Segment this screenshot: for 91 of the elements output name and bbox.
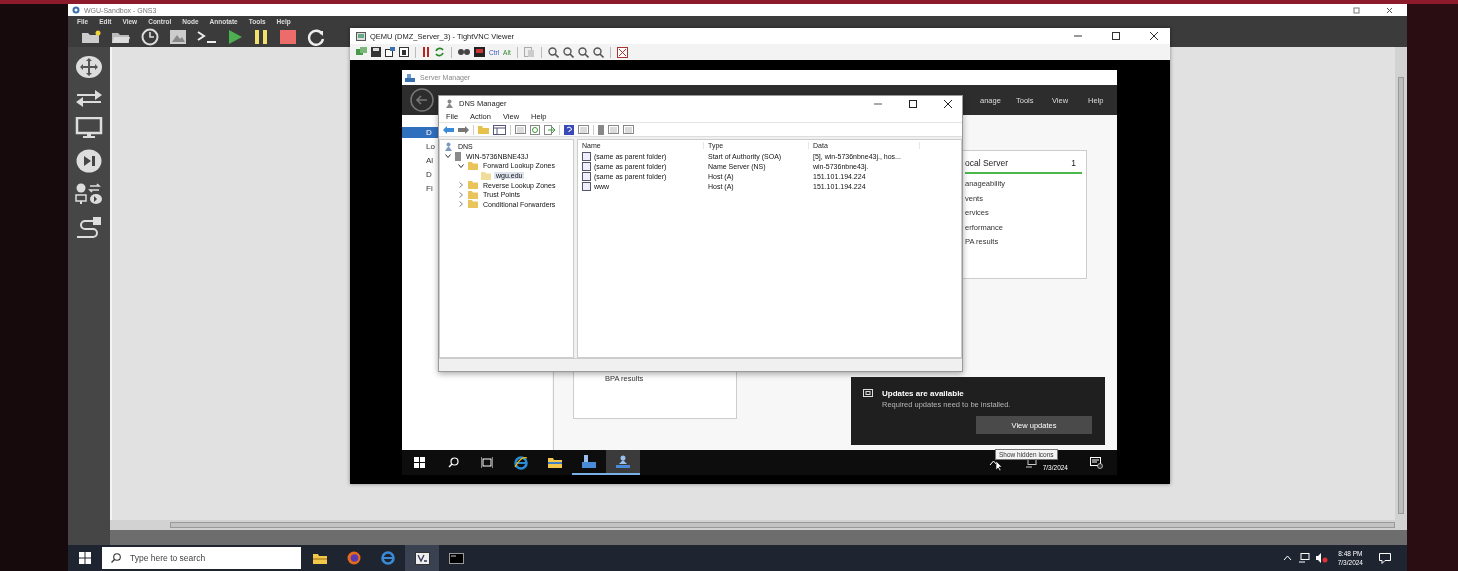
tile-title[interactable]: ocal Server: [965, 158, 1008, 168]
network-icon[interactable]: [1024, 457, 1037, 468]
browser-icon[interactable]: [347, 551, 361, 565]
collapse-icon[interactable]: [459, 201, 463, 208]
folder-icon[interactable]: [81, 29, 101, 44]
app-icon: [356, 31, 366, 41]
collapse-icon[interactable]: [459, 191, 463, 198]
pause-icon[interactable]: [422, 47, 430, 57]
network-icon[interactable]: [1297, 553, 1310, 563]
stop-icon[interactable]: [279, 28, 297, 45]
zoom-icon[interactable]: [562, 46, 574, 58]
pause-icon[interactable]: [253, 28, 269, 45]
expand-icon[interactable]: [458, 164, 464, 168]
task-view-icon[interactable]: [481, 457, 493, 468]
save-icon[interactable]: [371, 47, 381, 57]
caret-up-icon[interactable]: [988, 459, 998, 466]
notification-icon[interactable]: [1090, 456, 1103, 469]
list-icon[interactable]: [578, 125, 589, 134]
connection-icon[interactable]: [356, 47, 367, 57]
nav-item[interactable]: Fi: [402, 183, 438, 194]
browser-icon[interactable]: [514, 455, 528, 470]
play-icon[interactable]: [227, 28, 243, 45]
close-icon[interactable]: [944, 99, 952, 108]
reload-icon[interactable]: [307, 27, 325, 46]
server-manager-icon: [405, 73, 415, 82]
folder-icon[interactable]: [548, 457, 562, 468]
vnc-viewer-icon[interactable]: [414, 551, 430, 565]
search-field[interactable]: Type here to search: [102, 547, 301, 569]
zoom-icon[interactable]: [547, 46, 559, 58]
list-icon[interactable]: [608, 125, 619, 134]
collapse-icon[interactable]: [459, 182, 463, 189]
folder-icon[interactable]: [313, 552, 327, 564]
options-icon[interactable]: [385, 47, 395, 57]
caret-up-icon[interactable]: [1282, 555, 1292, 561]
server-icon: [455, 151, 461, 161]
zoom-icon[interactable]: [592, 46, 604, 58]
list-icon[interactable]: [623, 125, 634, 134]
clipboard-icon[interactable]: [523, 47, 535, 57]
search-icon[interactable]: [447, 457, 459, 468]
server-icon[interactable]: [598, 124, 604, 135]
tile-count: 1: [1071, 158, 1076, 168]
vertical-scrollbar[interactable]: [1395, 47, 1407, 520]
terminal-icon[interactable]: [448, 552, 464, 564]
router-icon[interactable]: [75, 55, 103, 79]
fullscreen-icon[interactable]: [616, 46, 628, 58]
nav-item[interactable]: Al: [402, 155, 438, 166]
nav-item[interactable]: D: [402, 127, 438, 138]
minimize-icon[interactable]: [1074, 32, 1082, 40]
keyboard-icon[interactable]: [474, 47, 485, 57]
notification-title: Updates are available: [882, 389, 965, 398]
expand-icon[interactable]: [445, 154, 451, 159]
update-icon: [863, 389, 873, 397]
clock-icon[interactable]: [141, 27, 159, 46]
nav-item[interactable]: D: [402, 169, 438, 180]
play-circle-icon[interactable]: [76, 149, 102, 173]
keys-icon[interactable]: [458, 48, 470, 56]
windows-start-icon[interactable]: [79, 552, 91, 564]
tree-view-icon[interactable]: [493, 124, 506, 135]
back-arrow-icon[interactable]: [443, 125, 454, 134]
volume-muted-icon[interactable]: [1315, 553, 1328, 563]
list-icon[interactable]: [515, 125, 526, 134]
close-icon[interactable]: [1150, 32, 1158, 40]
forward-arrow-icon[interactable]: [458, 125, 469, 134]
dns-icon: [445, 99, 454, 108]
devices-icon[interactable]: [75, 183, 103, 205]
monitor-icon[interactable]: [75, 117, 103, 139]
switch-icon[interactable]: [74, 89, 104, 107]
maximize-icon[interactable]: [1112, 32, 1120, 40]
console-icon[interactable]: [197, 30, 217, 43]
server-manager-icon[interactable]: [582, 455, 596, 468]
refresh-icon[interactable]: [530, 124, 540, 135]
notification-icon[interactable]: [1379, 552, 1391, 564]
windows-start-icon[interactable]: [413, 457, 425, 468]
nav-item[interactable]: Lo: [402, 141, 438, 152]
back-icon[interactable]: [410, 88, 434, 112]
refresh-icon[interactable]: [434, 47, 445, 57]
export-icon[interactable]: [544, 124, 555, 135]
cursor-icon: [995, 460, 1003, 471]
close-icon[interactable]: [1386, 6, 1393, 14]
help-icon[interactable]: [564, 124, 574, 135]
zone-icon: [481, 171, 491, 180]
folder-icon: [468, 162, 478, 170]
zoom-icon[interactable]: [577, 46, 589, 58]
cable-icon[interactable]: [75, 215, 103, 239]
image-icon[interactable]: [169, 28, 187, 45]
info-icon[interactable]: [399, 47, 409, 57]
dns-icon[interactable]: [616, 455, 630, 468]
browser-icon[interactable]: [381, 551, 395, 565]
dns-icon: [444, 142, 453, 152]
maximize-icon[interactable]: [909, 99, 917, 108]
horizontal-scrollbar[interactable]: [110, 520, 1407, 530]
